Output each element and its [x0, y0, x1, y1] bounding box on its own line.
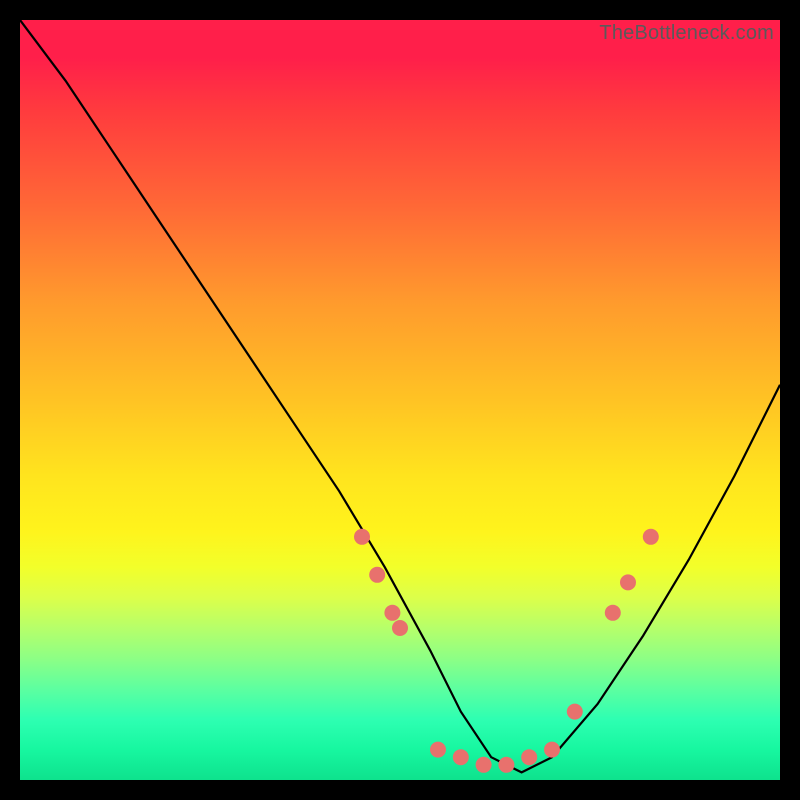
marker-dot	[453, 749, 469, 765]
marker-dot	[498, 757, 514, 773]
chart-frame: TheBottleneck.com	[0, 0, 800, 800]
marker-dot	[392, 620, 408, 636]
bottleneck-curve	[20, 20, 780, 772]
marker-dot	[430, 742, 446, 758]
highlight-dots	[354, 529, 659, 773]
curve-svg	[20, 20, 780, 780]
marker-dot	[384, 605, 400, 621]
marker-dot	[605, 605, 621, 621]
marker-dot	[643, 529, 659, 545]
marker-dot	[354, 529, 370, 545]
marker-dot	[521, 749, 537, 765]
plot-area: TheBottleneck.com	[20, 20, 780, 780]
marker-dot	[567, 704, 583, 720]
marker-dot	[544, 742, 560, 758]
marker-dot	[620, 574, 636, 590]
marker-dot	[476, 757, 492, 773]
marker-dot	[369, 567, 385, 583]
